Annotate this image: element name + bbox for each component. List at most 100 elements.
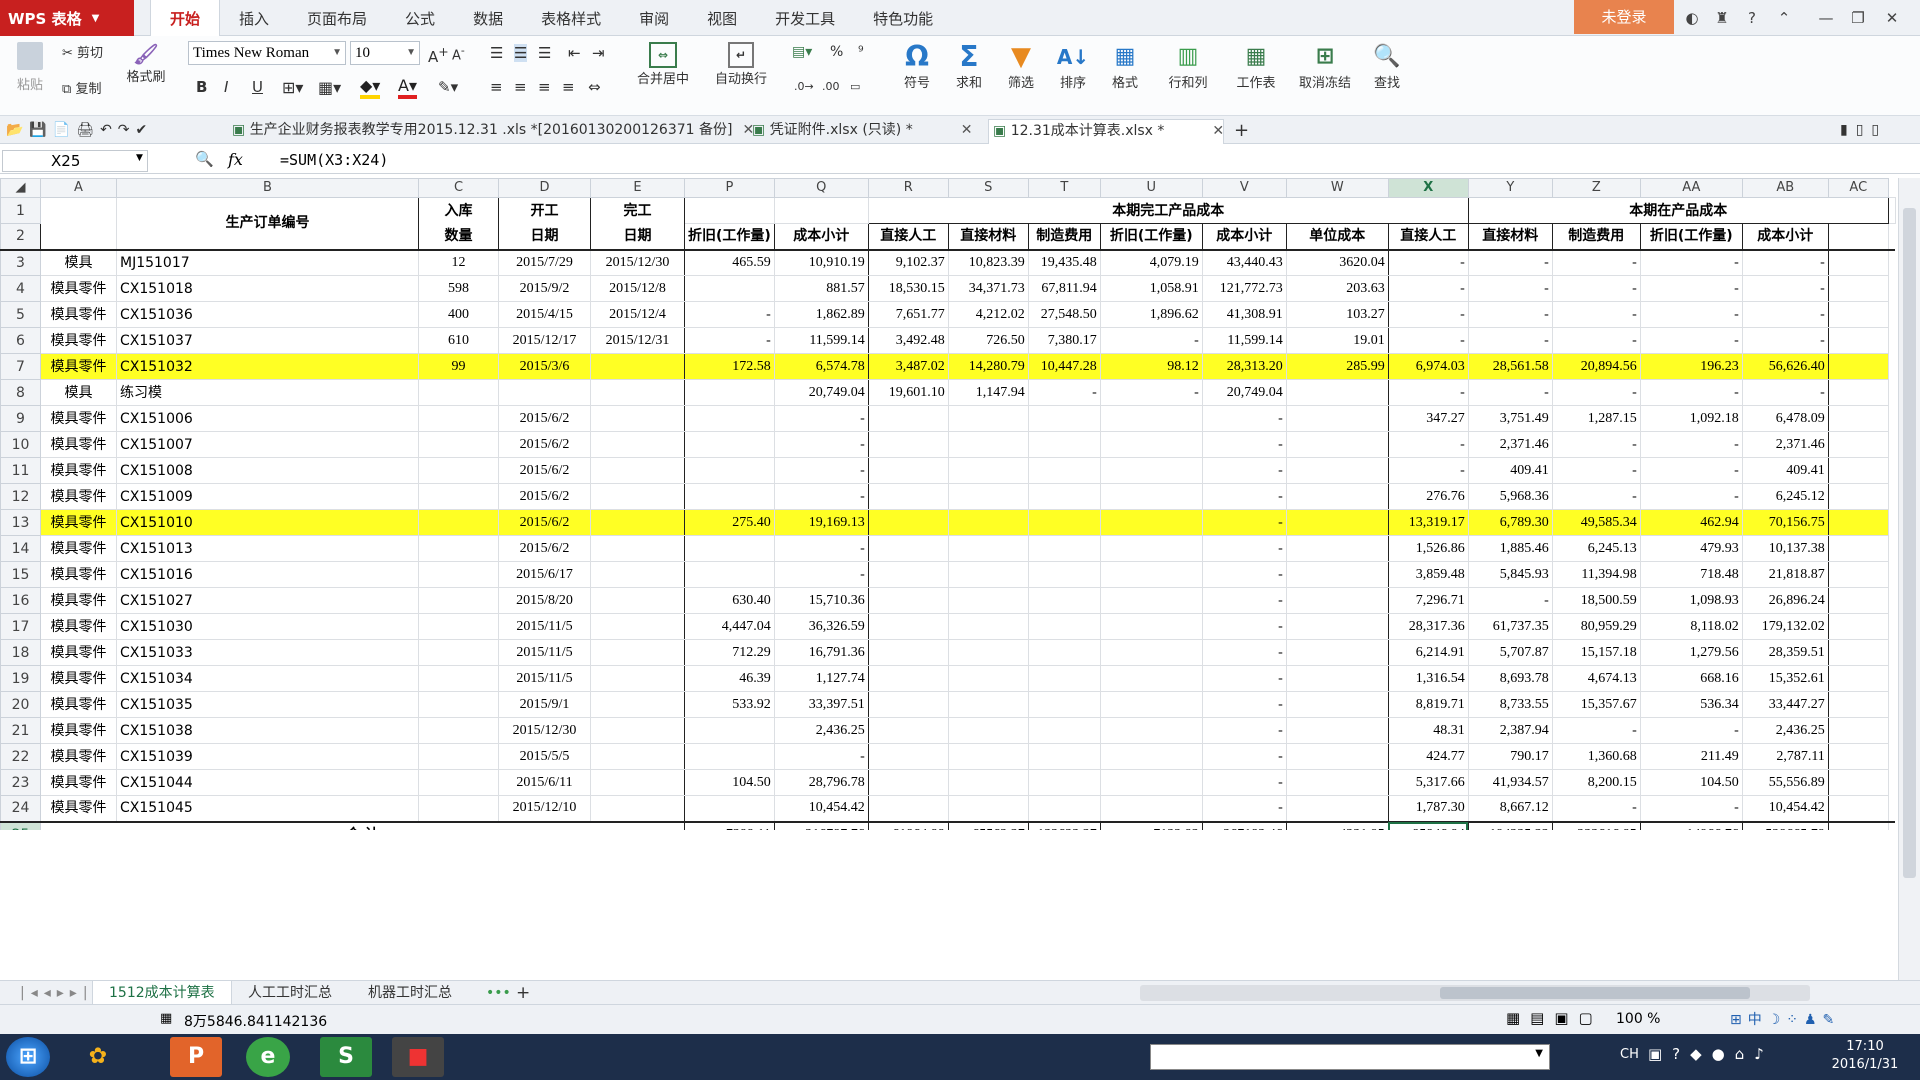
cell-z[interactable]: 6,245.13 bbox=[1551, 535, 1641, 562]
cell-x[interactable]: 5,317.66 bbox=[1387, 769, 1469, 796]
cell-r[interactable]: 19,601.10 bbox=[867, 379, 949, 406]
cell-u[interactable] bbox=[1099, 587, 1203, 614]
windows-start-icon[interactable]: ⊞ bbox=[6, 1037, 50, 1077]
row-header[interactable]: 6 bbox=[0, 327, 41, 354]
cell-ab[interactable]: 33,447.27 bbox=[1741, 691, 1829, 718]
cell-v[interactable]: - bbox=[1201, 795, 1287, 822]
cell-d[interactable]: 2015/6/11 bbox=[498, 769, 591, 796]
cell-y[interactable]: 61,737.35 bbox=[1467, 613, 1553, 640]
cell-s[interactable]: 726.50 bbox=[947, 327, 1029, 354]
close-icon[interactable]: ✕ bbox=[1880, 6, 1904, 30]
cell-z[interactable]: 4,674.13 bbox=[1551, 665, 1641, 692]
row-header[interactable]: 9 bbox=[0, 405, 41, 432]
cell[interactable] bbox=[1827, 691, 1889, 718]
header-end[interactable]: 完工 bbox=[590, 197, 685, 224]
cell-w[interactable] bbox=[1285, 561, 1389, 588]
total-cell-q[interactable]: 216787.76 bbox=[773, 821, 869, 830]
cell-b[interactable]: CX151010 bbox=[116, 509, 419, 536]
cell-w[interactable] bbox=[1285, 405, 1389, 432]
cell-v[interactable]: - bbox=[1201, 509, 1287, 536]
cell-s[interactable]: 10,823.39 bbox=[947, 249, 1029, 276]
fill-color-icon[interactable]: ◆▾ bbox=[360, 76, 381, 99]
cell-ab[interactable]: 21,818.87 bbox=[1741, 561, 1829, 588]
cell-c[interactable]: 99 bbox=[418, 353, 499, 380]
comma-style-icon[interactable]: ⁹ bbox=[858, 44, 864, 60]
column-header[interactable]: R bbox=[867, 178, 949, 198]
cell-y[interactable]: 8,733.55 bbox=[1467, 691, 1553, 718]
font-family-select[interactable]: Times New Roman ▼ bbox=[188, 41, 346, 65]
align-left-icon[interactable]: ≡ bbox=[490, 78, 503, 96]
cell-t[interactable] bbox=[1027, 561, 1101, 588]
total-cell-y[interactable]: 194235.33 bbox=[1467, 821, 1553, 830]
align-top-icon[interactable]: ☰ bbox=[490, 44, 503, 62]
cell-a[interactable]: 模具零件 bbox=[40, 613, 117, 640]
cell-d[interactable]: 2015/9/1 bbox=[498, 691, 591, 718]
total-label[interactable]: 合 计 bbox=[40, 821, 685, 830]
column-header[interactable]: E bbox=[590, 178, 685, 198]
cell-a[interactable]: 模具零件 bbox=[40, 795, 117, 822]
cell-w[interactable] bbox=[1285, 665, 1389, 692]
cell[interactable] bbox=[1827, 587, 1889, 614]
cell[interactable] bbox=[1827, 353, 1889, 380]
total-cell-x[interactable]: 85846.84 bbox=[1387, 821, 1469, 830]
cell-z[interactable]: 20,894.56 bbox=[1551, 353, 1641, 380]
cell-q[interactable]: 15,710.36 bbox=[773, 587, 869, 614]
cell-y[interactable]: 5,707.87 bbox=[1467, 639, 1553, 666]
cell-e[interactable] bbox=[590, 639, 685, 666]
cell-r[interactable] bbox=[867, 561, 949, 588]
cell-z[interactable]: 1,287.15 bbox=[1551, 405, 1641, 432]
cell-x[interactable]: 8,819.71 bbox=[1387, 691, 1469, 718]
cell-x[interactable]: - bbox=[1387, 301, 1469, 328]
cell-z[interactable]: - bbox=[1551, 249, 1641, 276]
header-wip-group[interactable]: 本期在产品成本 bbox=[1467, 197, 1889, 224]
cell-x[interactable]: - bbox=[1387, 249, 1469, 276]
cell-v[interactable]: - bbox=[1201, 665, 1287, 692]
row-header[interactable]: 18 bbox=[0, 639, 41, 666]
cell-c[interactable] bbox=[418, 379, 499, 406]
cell-r[interactable] bbox=[867, 665, 949, 692]
row-header[interactable]: 19 bbox=[0, 665, 41, 692]
cell-b[interactable]: CX151034 bbox=[116, 665, 419, 692]
cell-p[interactable]: - bbox=[684, 327, 775, 354]
cell-a[interactable]: 模具零件 bbox=[40, 457, 117, 484]
cell-x[interactable]: - bbox=[1387, 379, 1469, 406]
cell-x[interactable]: - bbox=[1387, 457, 1469, 484]
indent-increase-icon[interactable]: ⇥ bbox=[592, 44, 605, 62]
row-header[interactable]: 8 bbox=[0, 379, 41, 406]
cell-r[interactable] bbox=[867, 795, 949, 822]
cell-ab[interactable]: 10,454.42 bbox=[1741, 795, 1829, 822]
app-icon-colorful[interactable]: ✿ bbox=[72, 1037, 124, 1077]
cell-y[interactable]: 409.41 bbox=[1467, 457, 1553, 484]
cell-p[interactable]: 465.59 bbox=[684, 249, 775, 276]
column-header[interactable]: S bbox=[947, 178, 1029, 198]
paste-button[interactable]: 粘贴 bbox=[12, 42, 48, 93]
cell-y[interactable]: 790.17 bbox=[1467, 743, 1553, 770]
cell-v[interactable]: - bbox=[1201, 639, 1287, 666]
cell-b[interactable]: CX151045 bbox=[116, 795, 419, 822]
cell-s[interactable] bbox=[947, 587, 1029, 614]
cell[interactable] bbox=[1827, 509, 1889, 536]
column-header[interactable]: X bbox=[1387, 178, 1469, 198]
cell-p[interactable] bbox=[684, 379, 775, 406]
cell-y[interactable]: 41,934.57 bbox=[1467, 769, 1553, 796]
cell-c[interactable]: 610 bbox=[418, 327, 499, 354]
cell-z[interactable]: - bbox=[1551, 327, 1641, 354]
cell-ab[interactable]: 15,352.61 bbox=[1741, 665, 1829, 692]
column-header[interactable]: AC bbox=[1827, 178, 1889, 198]
cell-c[interactable]: 12 bbox=[418, 249, 499, 276]
cell-e[interactable] bbox=[590, 717, 685, 744]
cell-u[interactable] bbox=[1099, 769, 1203, 796]
cell-c[interactable] bbox=[418, 691, 499, 718]
cell-aa[interactable]: - bbox=[1639, 483, 1743, 510]
cell-aa[interactable]: 479.93 bbox=[1639, 535, 1743, 562]
cell-e[interactable] bbox=[590, 509, 685, 536]
cell-s[interactable] bbox=[947, 639, 1029, 666]
cell-e[interactable]: 2015/12/8 bbox=[590, 275, 685, 302]
cell-b[interactable]: CX151016 bbox=[116, 561, 419, 588]
cell-p[interactable] bbox=[684, 743, 775, 770]
cell-t[interactable] bbox=[1027, 639, 1101, 666]
column-header[interactable]: V bbox=[1201, 178, 1287, 198]
row-header[interactable]: 16 bbox=[0, 587, 41, 614]
distribute-icon[interactable]: ⇔ bbox=[588, 78, 601, 96]
cell-p[interactable]: 172.58 bbox=[684, 353, 775, 380]
